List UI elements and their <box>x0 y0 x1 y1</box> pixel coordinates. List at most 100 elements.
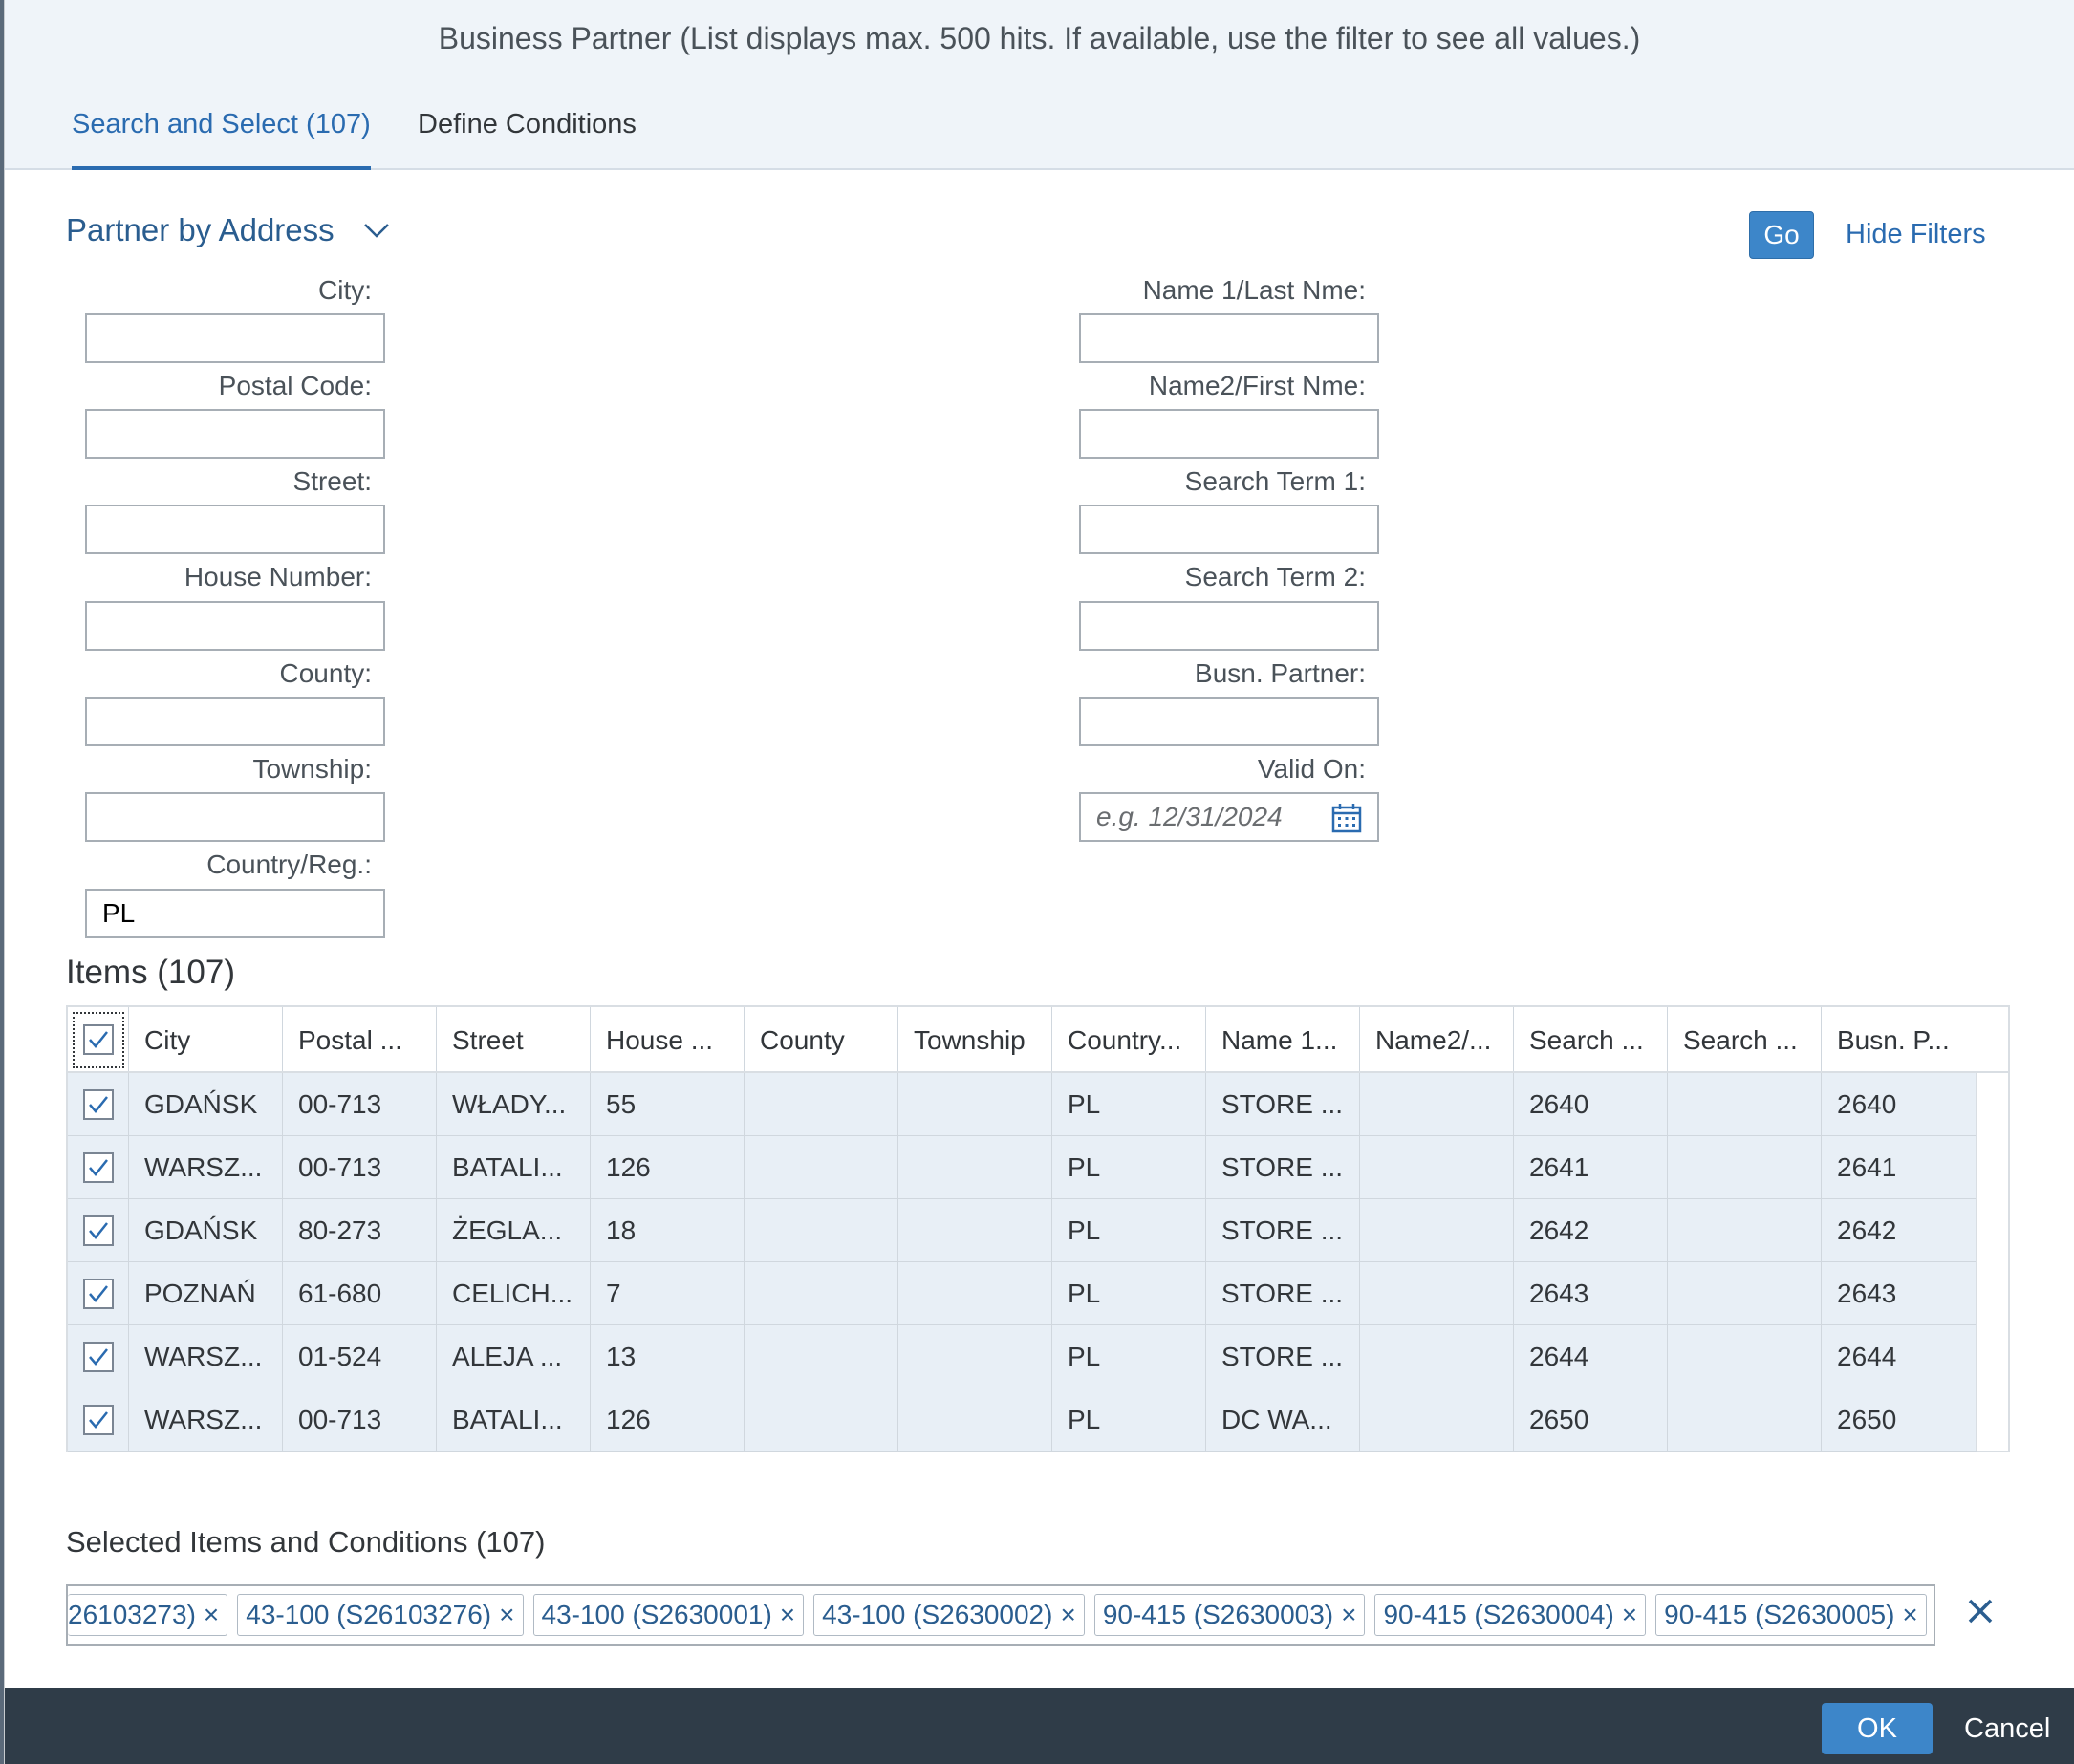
column-header[interactable]: City <box>129 1007 283 1071</box>
column-header[interactable]: County <box>745 1007 898 1071</box>
token-label: 90-415 (S2630005) <box>1664 1600 1895 1629</box>
table-cell: DC WA... <box>1206 1388 1360 1451</box>
table-cell: WARSZ... <box>129 1136 283 1198</box>
table-cell: 2641 <box>1822 1136 1977 1198</box>
row-checkbox[interactable] <box>83 1341 114 1372</box>
table-cell <box>745 1262 898 1324</box>
table-cell <box>898 1199 1052 1261</box>
search-term2-label: Search Term 2: <box>1184 562 1366 592</box>
token-remove-icon[interactable]: × <box>1341 1595 1356 1635</box>
street-input[interactable] <box>85 505 385 554</box>
column-header[interactable]: Name2/... <box>1360 1007 1514 1071</box>
house-number-label: House Number: <box>184 562 372 592</box>
token-label: 43-100 (S2630002) <box>822 1600 1053 1629</box>
select-all-checkbox[interactable] <box>83 1023 114 1055</box>
table-cell: 61-680 <box>283 1262 437 1324</box>
row-select-cell[interactable] <box>68 1325 129 1388</box>
selected-tokens-field[interactable]: 26103273) × 43-100 (S26103276) × 43-100 (S26… <box>66 1584 1935 1646</box>
table-row[interactable]: GDAŃSK 80-273 ŻEGLA... 18 PL STORE ... 2642 264… <box>68 1199 1977 1262</box>
township-input[interactable] <box>85 792 385 842</box>
table-cell: 2650 <box>1822 1388 1977 1451</box>
token-label: 90-415 (S2630003) <box>1102 1600 1334 1629</box>
name1-input[interactable] <box>1079 313 1379 363</box>
column-header[interactable]: House ... <box>591 1007 745 1071</box>
country-region-input[interactable]: PL <box>85 889 385 938</box>
postal-code-label: Postal Code: <box>218 371 372 400</box>
selected-token[interactable]: 43-100 (S26103276) × <box>237 1594 524 1636</box>
table-cell: 126 <box>591 1136 745 1198</box>
valid-on-date-input[interactable]: e.g. 12/31/2024 <box>1079 792 1379 842</box>
variant-selector[interactable]: Partner by Address <box>66 212 390 248</box>
selected-token[interactable]: 90-415 (S2630005) × <box>1655 1594 1927 1636</box>
table-cell: 2642 <box>1514 1199 1668 1261</box>
cancel-button[interactable]: Cancel <box>1964 1703 2050 1754</box>
selected-token[interactable]: 43-100 (S2630001) × <box>532 1594 805 1636</box>
calendar-icon[interactable] <box>1331 802 1362 848</box>
name2-label: Name2/First Nme: <box>1148 371 1366 400</box>
column-header[interactable]: Country... <box>1052 1007 1206 1071</box>
table-row[interactable]: POZNAŃ 61-680 CELICH... 7 PL STORE ... 2643 264… <box>68 1262 1977 1325</box>
tab-search-and-select[interactable]: Search and Select (107) <box>72 105 371 170</box>
row-select-cell[interactable] <box>68 1199 129 1261</box>
business-partner-input[interactable] <box>1079 697 1379 746</box>
column-header[interactable]: Busn. P... <box>1822 1007 1977 1071</box>
search-term1-input[interactable] <box>1079 505 1379 554</box>
table-cell: 2641 <box>1514 1136 1668 1198</box>
row-select-cell[interactable] <box>68 1388 129 1451</box>
postal-code-input[interactable] <box>85 409 385 459</box>
token-remove-icon[interactable]: × <box>780 1595 795 1635</box>
street-label: Street: <box>292 466 372 496</box>
token-label: 43-100 (S2630001) <box>541 1600 772 1629</box>
column-header[interactable]: Search ... <box>1514 1007 1668 1071</box>
row-select-cell[interactable] <box>68 1073 129 1135</box>
token-remove-icon[interactable]: × <box>1902 1595 1917 1635</box>
column-header[interactable]: Name 1... <box>1206 1007 1360 1071</box>
table-cell: BATALI... <box>437 1388 591 1451</box>
row-select-cell[interactable] <box>68 1136 129 1198</box>
column-header[interactable]: Search ... <box>1668 1007 1822 1071</box>
table-scrollbar[interactable] <box>1976 1073 2008 1451</box>
go-button[interactable]: Go <box>1749 211 1814 259</box>
house-number-input[interactable] <box>85 601 385 651</box>
name2-input[interactable] <box>1079 409 1379 459</box>
table-cell: 13 <box>591 1325 745 1388</box>
token-remove-icon[interactable]: × <box>1060 1595 1075 1635</box>
hide-filters-link[interactable]: Hide Filters <box>1846 219 1986 250</box>
city-input[interactable] <box>85 313 385 363</box>
column-header[interactable]: Street <box>437 1007 591 1071</box>
chevron-down-icon[interactable] <box>363 222 390 239</box>
table-cell: 2643 <box>1822 1262 1977 1324</box>
table-row[interactable]: WARSZ... 00-713 BATALI... 126 PL DC WA... 2650… <box>68 1388 1977 1452</box>
row-select-cell[interactable] <box>68 1262 129 1324</box>
county-input[interactable] <box>85 697 385 746</box>
table-cell: PL <box>1052 1262 1206 1324</box>
token-remove-icon[interactable]: × <box>204 1595 219 1635</box>
tab-define-conditions[interactable]: Define Conditions <box>418 105 637 170</box>
row-checkbox[interactable] <box>83 1278 114 1309</box>
search-term2-input[interactable] <box>1079 601 1379 651</box>
clear-all-icon[interactable] <box>1966 1597 1995 1630</box>
row-checkbox[interactable] <box>83 1151 114 1183</box>
table-row[interactable]: WARSZ... 00-713 BATALI... 126 PL STORE ... 264… <box>68 1136 1977 1199</box>
table-row[interactable]: GDAŃSK 00-713 WŁADY... 55 PL STORE ... 2640 264… <box>68 1073 1977 1136</box>
selected-token[interactable]: 43-100 (S2630002) × <box>813 1594 1085 1636</box>
row-checkbox[interactable] <box>83 1404 114 1435</box>
column-header[interactable]: Township <box>898 1007 1052 1071</box>
selected-token[interactable]: 26103273) × <box>68 1594 228 1636</box>
column-header[interactable]: Postal ... <box>283 1007 437 1071</box>
token-remove-icon[interactable]: × <box>1622 1595 1637 1635</box>
table-row[interactable]: WARSZ... 01-524 ALEJA ... 13 PL STORE ... 2644… <box>68 1325 1977 1388</box>
table-cell <box>898 1388 1052 1451</box>
table-cell <box>1668 1073 1822 1135</box>
table-cell: STORE ... <box>1206 1199 1360 1261</box>
table-cell <box>1360 1262 1514 1324</box>
table-cell <box>1360 1073 1514 1135</box>
table-cell <box>745 1136 898 1198</box>
row-checkbox[interactable] <box>83 1215 114 1246</box>
selected-token[interactable]: 90-415 (S2630004) × <box>1374 1594 1647 1636</box>
row-checkbox[interactable] <box>83 1088 114 1120</box>
ok-button[interactable]: OK <box>1822 1703 1933 1754</box>
token-remove-icon[interactable]: × <box>499 1595 514 1635</box>
select-all-cell[interactable] <box>68 1007 129 1071</box>
selected-token[interactable]: 90-415 (S2630003) × <box>1093 1594 1366 1636</box>
